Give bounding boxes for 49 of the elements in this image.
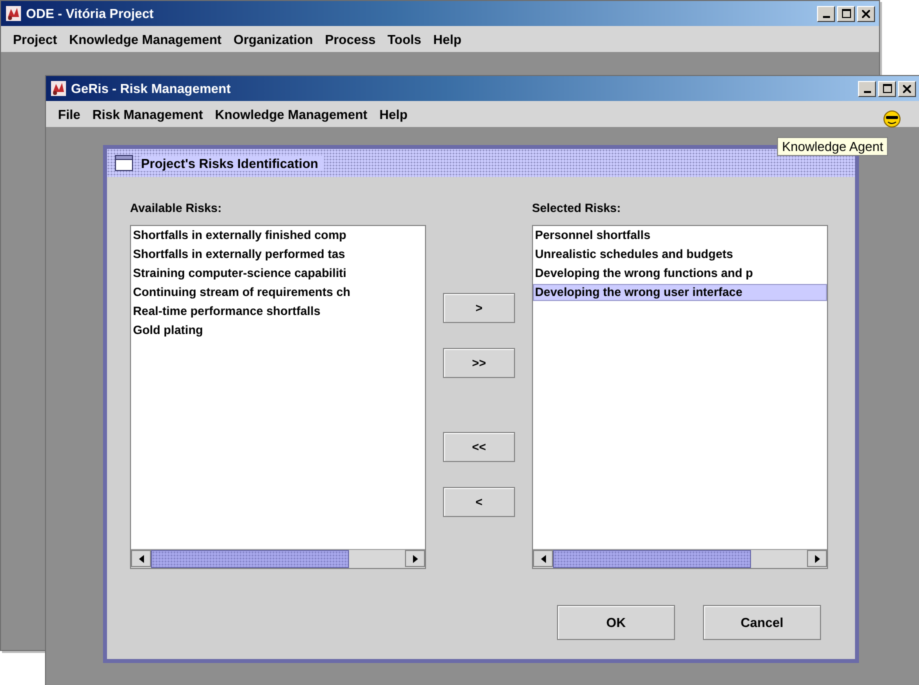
maximize-button[interactable]	[837, 6, 855, 22]
maximize-icon	[842, 9, 850, 18]
cancel-button[interactable]: Cancel	[703, 605, 821, 640]
close-button[interactable]	[898, 80, 916, 96]
minimize-icon	[822, 16, 830, 18]
transfer-button[interactable]: >	[443, 293, 515, 323]
tooltip: Knowledge Agent	[777, 137, 888, 156]
window-title: GeRis - Risk Management	[71, 81, 232, 96]
menu-item[interactable]: Tools	[382, 30, 428, 48]
dialog-title: Project's Risks Identification	[141, 156, 324, 170]
transfer-button[interactable]: <	[443, 487, 515, 517]
scrollbar-thumb[interactable]	[151, 550, 350, 568]
maximize-icon	[882, 84, 892, 93]
app-logo-icon	[50, 80, 67, 97]
scroll-right-button[interactable]	[807, 550, 827, 567]
scroll-left-button[interactable]	[131, 550, 151, 567]
menu-item[interactable]: Help	[427, 30, 468, 48]
window-title: ODE - Vitória Project	[26, 6, 155, 21]
menu-item[interactable]: File	[52, 104, 86, 124]
right-arrow-icon	[412, 554, 418, 562]
menu-item[interactable]: Process	[318, 30, 382, 48]
minimize-button[interactable]	[817, 6, 835, 22]
close-icon	[903, 84, 911, 92]
menu-item[interactable]: Organization	[228, 30, 319, 48]
menu-item[interactable]: Help	[373, 104, 414, 124]
scrollbar-thumb[interactable]	[553, 550, 752, 568]
list-label: Available Risks:	[130, 201, 223, 217]
left-arrow-icon	[540, 554, 546, 562]
ok-button[interactable]: OK	[557, 605, 675, 640]
right-arrow-icon	[814, 554, 820, 562]
close-icon	[862, 10, 870, 18]
menu-item[interactable]: Knowledge Management	[63, 30, 228, 48]
menu-item[interactable]: Knowledge Management	[208, 104, 374, 124]
transfer-button[interactable]: <<	[443, 432, 515, 462]
minimize-button[interactable]	[858, 80, 876, 96]
left-arrow-icon	[138, 554, 144, 562]
minimize-icon	[864, 90, 870, 92]
app-logo-icon	[5, 5, 22, 22]
transfer-button[interactable]: >>	[443, 348, 515, 378]
list-item[interactable]: Developing the wrong user interface	[533, 284, 827, 301]
close-button[interactable]	[857, 6, 875, 22]
menu-item[interactable]: Project	[7, 30, 64, 48]
scroll-left-button[interactable]	[533, 550, 553, 567]
menu-item[interactable]: Risk Management	[86, 104, 209, 124]
window-icon	[115, 155, 133, 171]
list-label: Selected Risks:	[532, 201, 622, 217]
smiley-icon[interactable]	[882, 110, 902, 128]
scroll-right-button[interactable]	[405, 550, 425, 567]
maximize-button[interactable]	[878, 80, 896, 96]
